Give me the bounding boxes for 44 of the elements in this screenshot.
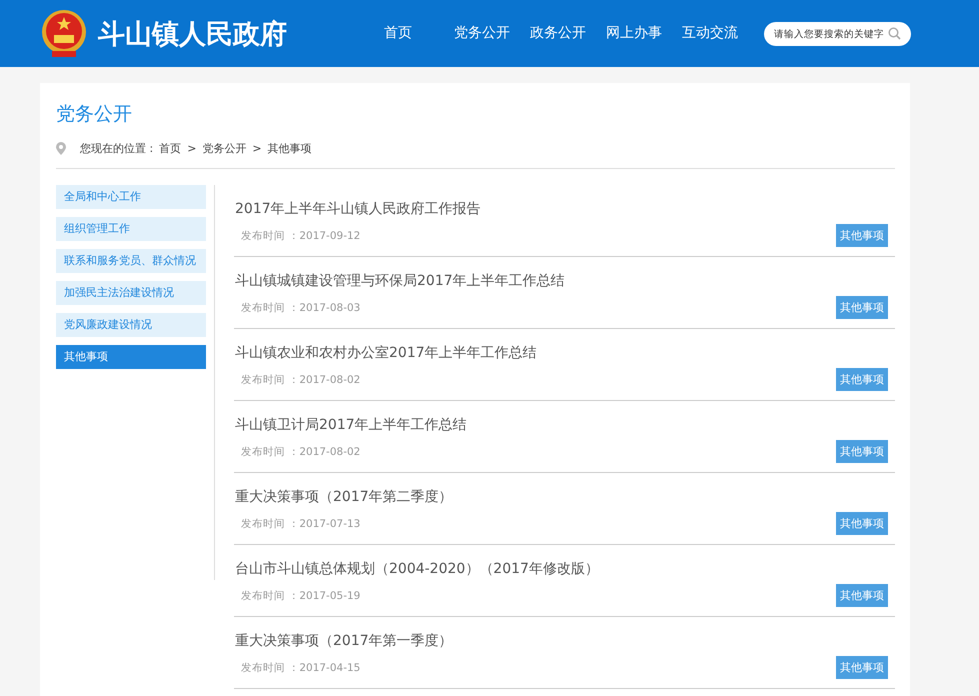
category-tag[interactable]: 其他事项 [836, 368, 888, 391]
article-title[interactable]: 斗山镇卫计局2017年上半年工作总结 [235, 416, 467, 434]
category-tag[interactable]: 其他事项 [836, 656, 888, 679]
article-title[interactable]: 2017年上半年斗山镇人民政府工作报告 [235, 200, 481, 218]
article-title[interactable]: 斗山镇农业和农村办公室2017年上半年工作总结 [235, 344, 537, 362]
breadcrumb-link[interactable]: 其他事项 [268, 141, 312, 156]
sidebar-item[interactable]: 全局和中心工作 [56, 185, 206, 209]
sidebar-item[interactable]: 组织管理工作 [56, 217, 206, 241]
article-title[interactable]: 台山市斗山镇总体规划（2004-2020）（2017年修改版） [235, 560, 599, 578]
publish-date: 发布时间 ：2017-04-15 [241, 660, 360, 674]
location-pin-icon [56, 142, 66, 155]
sidebar-item[interactable]: 党风廉政建设情况 [56, 313, 206, 337]
category-tag[interactable]: 其他事项 [836, 512, 888, 535]
nav-link[interactable]: 党务公开 [450, 22, 514, 46]
publish-date: 发布时间 ：2017-09-12 [241, 228, 360, 242]
category-tag[interactable]: 其他事项 [836, 584, 888, 607]
breadcrumb-label: 您现在的位置 : [80, 141, 154, 156]
category-tag[interactable]: 其他事项 [836, 224, 888, 247]
article-title[interactable]: 重大决策事项（2017年第二季度） [235, 488, 453, 506]
nav-link[interactable]: 首页 [380, 22, 416, 46]
article-title[interactable]: 斗山镇城镇建设管理与环保局2017年上半年工作总结 [235, 272, 565, 290]
category-tag[interactable]: 其他事项 [836, 296, 888, 319]
nav-link[interactable]: 互动交流 [678, 22, 742, 46]
publish-date: 发布时间 ：2017-05-19 [241, 588, 360, 602]
search-icon[interactable] [888, 26, 901, 40]
publish-date: 发布时间 ：2017-08-02 [241, 444, 360, 458]
sidebar-item[interactable]: 其他事项 [56, 345, 206, 369]
emblem-icon [40, 8, 88, 58]
sidebar-item[interactable]: 加强民主法治建设情况 [56, 281, 206, 305]
section-title: 党务公开 [56, 102, 133, 127]
breadcrumb-link[interactable]: 首页 [159, 141, 182, 156]
sidebar-item[interactable]: 联系和服务党员、群众情况 [56, 249, 206, 273]
publish-date: 发布时间 ：2017-07-13 [241, 516, 360, 530]
nav-link[interactable]: 政务公开 [526, 22, 590, 46]
publish-date: 发布时间 ：2017-08-03 [241, 300, 360, 314]
article-title[interactable]: 重大决策事项（2017年第一季度） [235, 632, 453, 650]
category-tag[interactable]: 其他事项 [836, 440, 888, 463]
breadcrumb-separator: > [187, 142, 196, 155]
publish-date: 发布时间 ：2017-08-02 [241, 372, 360, 386]
breadcrumb-separator: > [252, 142, 262, 155]
nav-link[interactable]: 网上办事 [602, 22, 666, 46]
breadcrumb-link[interactable]: 党务公开 [202, 141, 246, 156]
site-title: 斗山镇人民政府 [98, 18, 287, 52]
search-field[interactable]: 请输入您要搜索的关键字 [764, 22, 911, 46]
